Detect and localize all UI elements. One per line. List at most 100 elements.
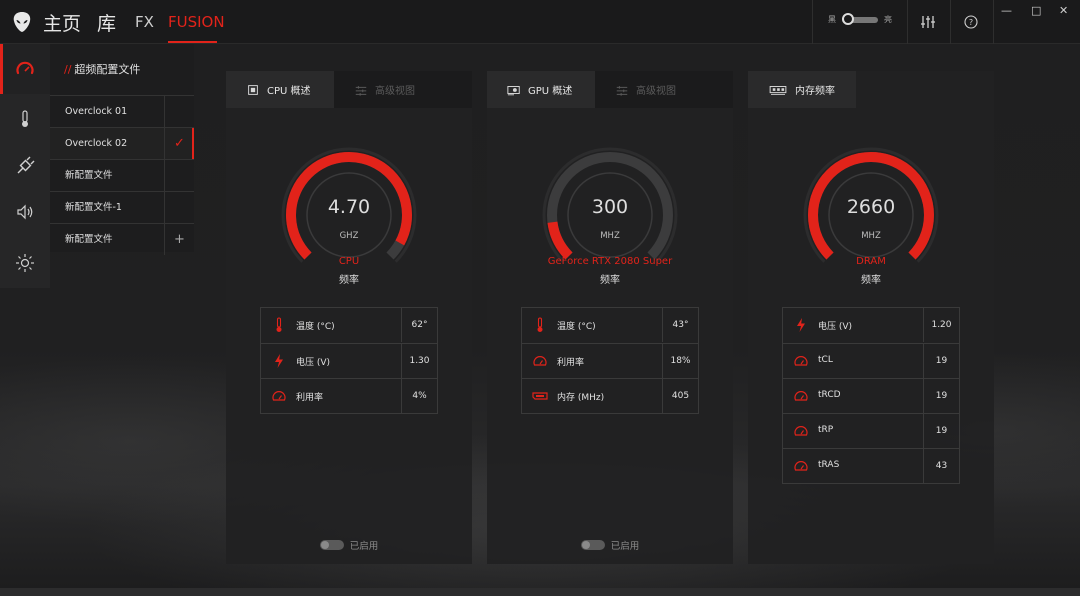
stat-row: 温度 (°C) 62° xyxy=(261,308,437,343)
help-icon[interactable]: ? xyxy=(961,12,981,32)
brightness-icon xyxy=(16,254,34,272)
nav-home[interactable]: 主页 xyxy=(43,9,81,36)
thermometer-icon xyxy=(22,110,28,127)
device-name: DRAM xyxy=(856,256,886,267)
title-bar: 主页 库 FX FUSION 黑 亮 ? — □ ✕ xyxy=(0,0,1080,44)
stat-row: 内存 (MHz) 405 xyxy=(522,378,698,413)
enabled-toggle[interactable]: 已启用 xyxy=(487,538,733,552)
rail-lighting[interactable] xyxy=(0,238,50,288)
bottom-edge xyxy=(0,588,1080,596)
divider xyxy=(993,0,994,44)
profile-item[interactable]: Overclock 01 xyxy=(50,95,194,127)
divider xyxy=(950,0,951,44)
rail-audio[interactable] xyxy=(0,187,50,237)
maximize-icon[interactable]: □ xyxy=(1031,4,1041,17)
speedometer-icon xyxy=(272,391,286,401)
stat-row: tRCD 19 xyxy=(783,378,959,413)
profile-item[interactable]: 新配置文件 + xyxy=(50,223,194,255)
tab-label: 高级视图 xyxy=(375,86,415,97)
add-profile-button[interactable]: + xyxy=(164,224,194,255)
power-plug-icon xyxy=(17,156,35,174)
tab-label: 内存频率 xyxy=(795,86,835,97)
speedometer-icon xyxy=(794,426,808,436)
rail-power[interactable] xyxy=(0,141,50,191)
alien-head-icon[interactable] xyxy=(12,11,32,33)
stats-table: 温度 (°C) 43° 利用率 18% 内存 (MHz) 405 xyxy=(521,307,699,414)
stat-value: 1.30 xyxy=(401,344,437,378)
device-subtitle: 频率 xyxy=(600,275,620,286)
stat-row: 温度 (°C) 43° xyxy=(522,308,698,343)
profile-label: 新配置文件 xyxy=(65,170,113,181)
rail-overclock[interactable] xyxy=(0,44,50,94)
stat-row: 利用率 18% xyxy=(522,343,698,378)
svg-text:?: ? xyxy=(969,18,973,27)
sliders-icon xyxy=(616,85,628,96)
gauge-value: 300 xyxy=(591,196,629,218)
stats-table: 温度 (°C) 62° 电压 (V) 1.30 利用率 4% xyxy=(260,307,438,414)
checkmark-icon: ✓ xyxy=(164,128,194,159)
stat-label: 内存 (MHz) xyxy=(557,393,605,403)
stat-label: tRP xyxy=(818,425,834,435)
stat-value: 19 xyxy=(923,414,959,448)
tab-dram-overview[interactable]: 内存频率 xyxy=(748,71,856,108)
enabled-label: 已启用 xyxy=(349,541,379,552)
card-tabs: CPU 概述 高级视图 xyxy=(226,71,472,108)
profile-item[interactable]: Overclock 02 ✓ xyxy=(50,127,194,159)
stat-label: 温度 (°C) xyxy=(557,322,596,332)
profile-cell xyxy=(164,96,194,127)
theme-switch-knob[interactable] xyxy=(842,12,854,25)
theme-dark-label: 黑 xyxy=(828,15,836,24)
nav-fx[interactable]: FX xyxy=(135,13,154,31)
enabled-switch[interactable] xyxy=(319,540,344,550)
profiles-header-prefix: // xyxy=(64,63,72,76)
stat-value: 4% xyxy=(401,379,437,413)
gauge-value: 4.70 xyxy=(327,196,371,218)
enabled-toggle[interactable]: 已启用 xyxy=(226,538,472,552)
tab-gpu-overview[interactable]: GPU 概述 xyxy=(487,71,595,108)
sliders-icon xyxy=(355,85,367,96)
stat-row: 电压 (V) 1.20 xyxy=(783,308,959,343)
memory-icon xyxy=(532,392,548,400)
stat-label: tCL xyxy=(818,355,833,365)
stat-label: 温度 (°C) xyxy=(296,322,335,332)
profile-label: 新配置文件-1 xyxy=(65,202,122,213)
stat-label: tRCD xyxy=(818,390,841,400)
divider xyxy=(812,0,813,44)
profiles-header-label: 超频配置文件 xyxy=(74,63,141,76)
speedometer-icon xyxy=(794,391,808,401)
lightning-icon xyxy=(275,354,283,368)
stat-value: 43 xyxy=(923,449,959,483)
speedometer-icon xyxy=(794,461,808,471)
stats-table: 电压 (V) 1.20 tCL 19 tRCD 19 tRP 19 tRAS 43 xyxy=(782,307,960,484)
profile-label: Overclock 02 xyxy=(65,138,128,149)
theme-switch-track[interactable] xyxy=(842,12,878,25)
device-name: GeForce RTX 2080 Super xyxy=(547,256,673,267)
thermometer-icon xyxy=(537,317,543,332)
theme-toggle[interactable]: 黑 亮 xyxy=(828,12,892,25)
close-icon[interactable]: ✕ xyxy=(1059,4,1068,17)
nav-library[interactable]: 库 xyxy=(97,9,116,36)
sliders-icon[interactable] xyxy=(918,12,938,32)
divider xyxy=(907,0,908,44)
gpu-card-icon xyxy=(507,85,520,95)
stat-value: 19 xyxy=(923,379,959,413)
gpu-card: GPU 概述 高级视图 300 MHZ GeForce RTX 2080 Super 频率… xyxy=(487,71,733,564)
gauge-unit: MHZ xyxy=(861,231,881,241)
stat-row: 电压 (V) 1.30 xyxy=(261,343,437,378)
tab-cpu-overview[interactable]: CPU 概述 xyxy=(226,71,334,108)
profile-item[interactable]: 新配置文件 xyxy=(50,159,194,191)
tab-label: CPU 概述 xyxy=(267,86,311,97)
card-tabs: GPU 概述 高级视图 xyxy=(487,71,733,108)
gauge-value: 2660 xyxy=(846,196,896,218)
speedometer-icon xyxy=(533,356,547,366)
tab-gpu-advanced[interactable]: 高级视图 xyxy=(595,71,733,108)
rail-thermal[interactable] xyxy=(0,94,50,144)
tab-cpu-advanced[interactable]: 高级视图 xyxy=(334,71,472,108)
stat-label: 电压 (V) xyxy=(818,322,853,332)
profile-cell xyxy=(164,160,194,191)
nav-fusion[interactable]: FUSION xyxy=(168,13,225,31)
device-subtitle: 频率 xyxy=(339,275,359,286)
profile-item[interactable]: 新配置文件-1 xyxy=(50,191,194,223)
minimize-icon[interactable]: — xyxy=(1001,4,1012,17)
enabled-switch[interactable] xyxy=(580,540,605,550)
